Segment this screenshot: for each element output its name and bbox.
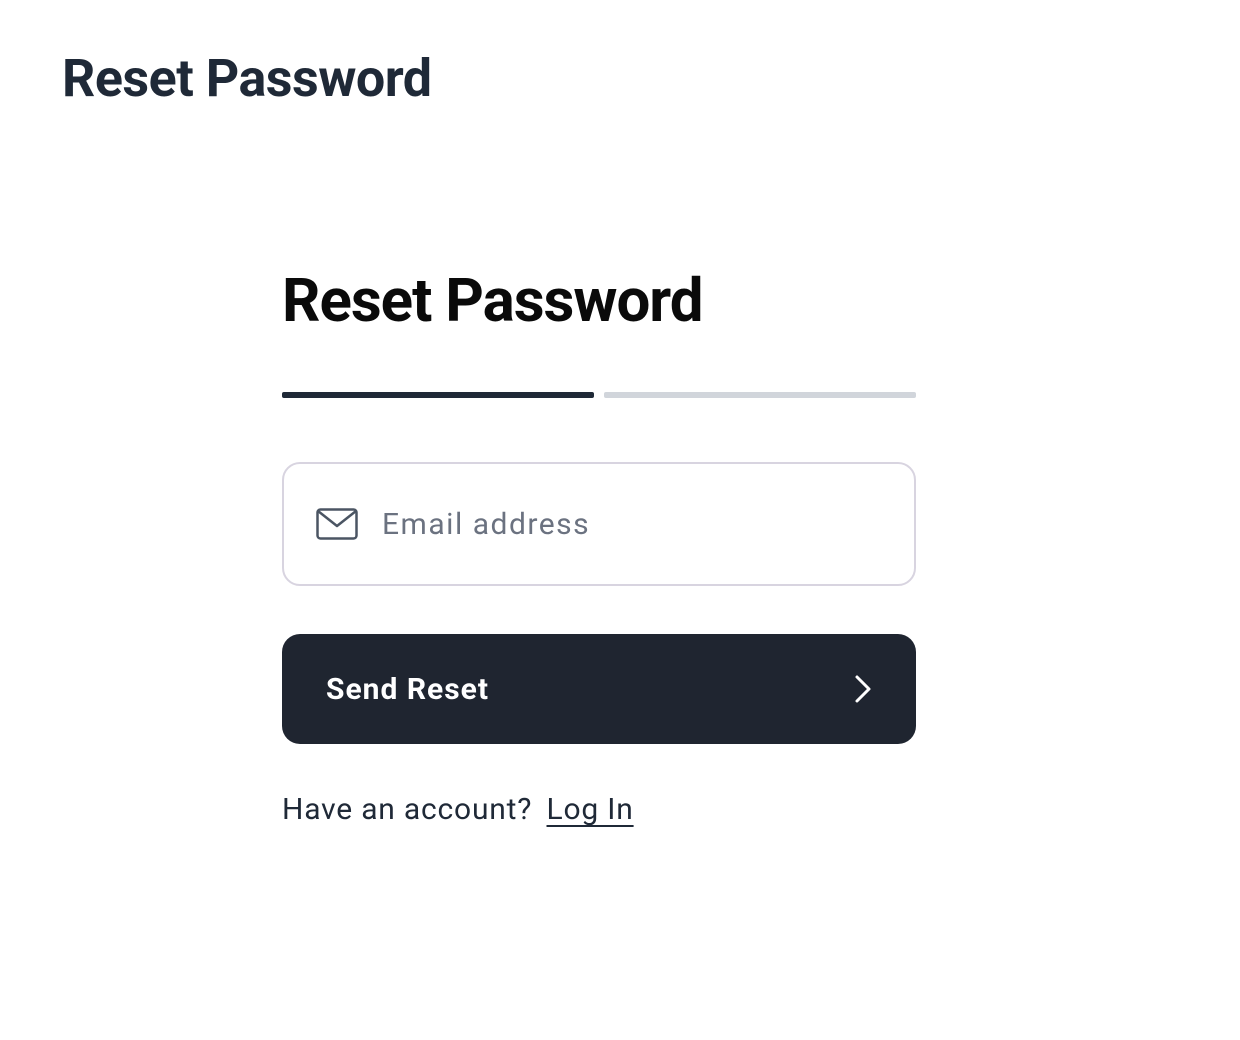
page-title: Reset Password xyxy=(62,48,432,109)
reset-password-form: Reset Password Send Reset Have an accoun… xyxy=(282,265,916,827)
mail-icon xyxy=(316,508,358,540)
chevron-right-icon xyxy=(854,674,872,704)
footer-row: Have an account? Log In xyxy=(282,792,916,827)
progress-step-2 xyxy=(604,392,916,398)
footer-prompt: Have an account? xyxy=(282,792,541,827)
send-reset-button[interactable]: Send Reset xyxy=(282,634,916,744)
progress-bar xyxy=(282,392,916,398)
form-title: Reset Password xyxy=(282,265,916,336)
email-field[interactable] xyxy=(382,507,882,542)
login-link[interactable]: Log In xyxy=(547,792,634,827)
progress-step-1 xyxy=(282,392,594,398)
send-reset-label: Send Reset xyxy=(326,672,489,707)
email-input-wrapper[interactable] xyxy=(282,462,916,586)
